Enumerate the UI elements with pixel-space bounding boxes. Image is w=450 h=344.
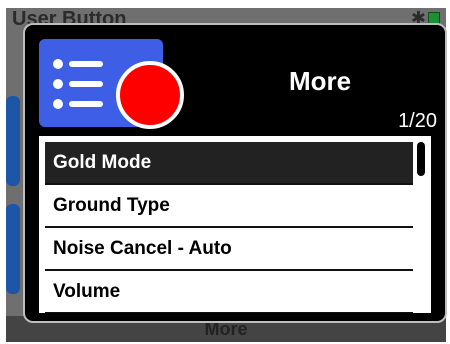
scrollbar[interactable] <box>417 142 425 176</box>
list-item-label: Ground Type <box>53 194 170 216</box>
list-item-ground-type[interactable]: Ground Type <box>45 185 413 228</box>
list-item-label: Gold Mode <box>53 151 152 173</box>
red-circle-icon <box>116 61 184 129</box>
page-indicator: 1/20 <box>398 110 437 132</box>
list-item-label: Volume <box>53 280 121 302</box>
list-item-noise-cancel-auto[interactable]: Noise Cancel - Auto <box>45 228 413 271</box>
list-item-volume[interactable]: Volume <box>45 271 413 313</box>
dialog-title: More <box>288 66 352 96</box>
background-left-tab <box>6 96 20 186</box>
background-left-tab <box>6 204 20 294</box>
list-item-gold-mode[interactable]: Gold Mode <box>45 142 413 185</box>
more-dialog: More 1/20 Gold Mode Ground Type Noise Ca… <box>23 23 447 323</box>
options-list: Gold Mode Ground Type Noise Cancel - Aut… <box>39 136 431 313</box>
list-item-label: Noise Cancel - Auto <box>53 237 232 259</box>
